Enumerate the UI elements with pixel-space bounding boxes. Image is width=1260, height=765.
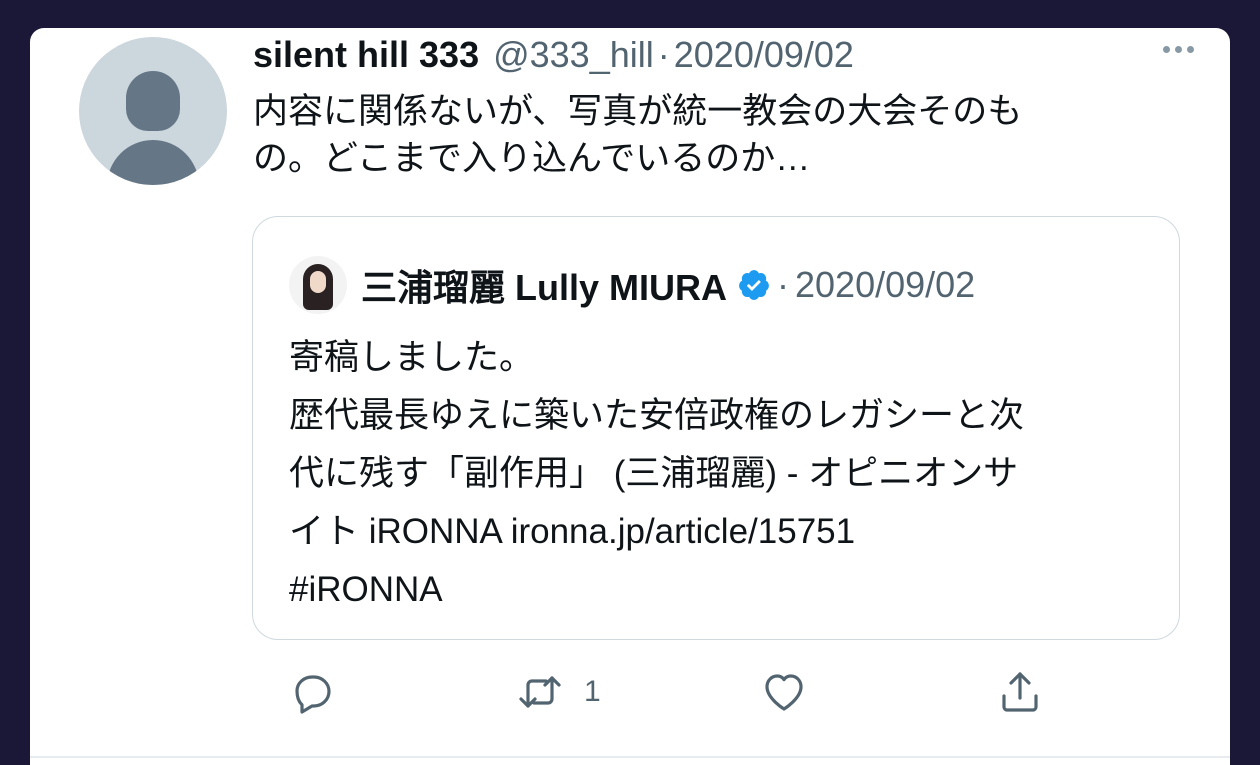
like-button[interactable]: [760, 664, 808, 720]
default-avatar-icon: [126, 71, 180, 131]
divider: [30, 756, 1230, 758]
separator-dot: ·: [777, 264, 789, 305]
share-icon: [1002, 672, 1038, 712]
retweet-icon: [519, 676, 561, 708]
quoted-display-name[interactable]: 三浦瑠麗 Lully MIURA: [361, 259, 727, 311]
quoted-tweet[interactable]: 三浦瑠麗 Lully MIURA · 2020/09/02 寄稿しました。 歴代…: [252, 216, 1180, 640]
like-heart-icon: [765, 674, 803, 711]
quoted-tweet-date[interactable]: 2020/09/02: [795, 264, 975, 306]
quoted-tweet-text: 寄稿しました。 歴代最長ゆえに築いた安倍政権のレガシーと次 代に残す「副作用」 …: [289, 338, 1025, 609]
tweet-actions: 1: [252, 664, 1052, 720]
reply-icon: [295, 675, 331, 714]
share-button[interactable]: [996, 664, 1044, 720]
tweet-card[interactable]: silent hill 333 @333_hill · 2020/09/02 内…: [30, 28, 1230, 765]
retweet-count: 1: [584, 675, 601, 708]
tweet-date[interactable]: 2020/09/02: [674, 34, 854, 76]
reply-button[interactable]: [288, 664, 336, 720]
more-options-icon[interactable]: [1163, 46, 1194, 53]
tweet-header: silent hill 333 @333_hill · 2020/09/02: [253, 32, 854, 78]
quoted-user-avatar[interactable]: [289, 256, 347, 314]
user-handle[interactable]: @333_hill: [493, 34, 654, 76]
retweet-button[interactable]: 1: [516, 664, 601, 720]
tweet-text: 内容に関係ないが、写真が統一教会の大会そのも の。どこまで入り込んでいるのか…: [253, 92, 1023, 178]
user-avatar[interactable]: [79, 37, 227, 185]
display-name[interactable]: silent hill 333: [253, 34, 479, 76]
quoted-tweet-header: 三浦瑠麗 Lully MIURA · 2020/09/02: [289, 253, 975, 317]
separator-dot: ·: [657, 34, 670, 75]
verified-badge-icon: [739, 270, 769, 300]
